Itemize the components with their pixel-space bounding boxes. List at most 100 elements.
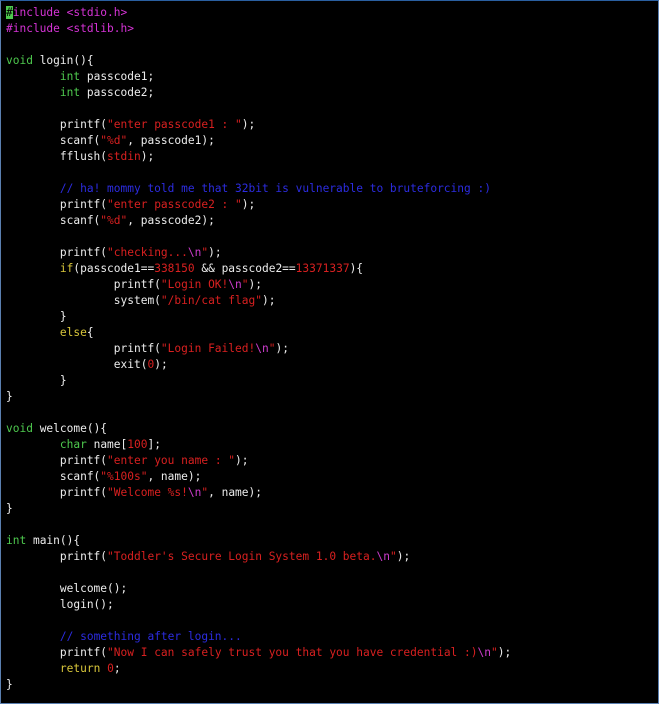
code-line: fflush(stdin); — [6, 149, 658, 165]
code-line: #include <stdlib.h> — [6, 21, 658, 37]
code-token: "%d" — [100, 214, 128, 227]
code-token: "Login OK! — [160, 278, 229, 291]
code-token: printf( — [6, 486, 108, 499]
code-token: \n — [228, 278, 242, 291]
code-token: " — [490, 646, 498, 659]
code-token: printf( — [6, 198, 108, 211]
code-line: else{ — [6, 325, 658, 341]
code-token: login(); — [6, 598, 114, 611]
code-line: } — [6, 373, 658, 389]
code-line: printf("enter passcode1 : "); — [6, 117, 658, 133]
code-token: \n — [376, 550, 390, 563]
code-line: return 0; — [6, 661, 658, 677]
code-token: \n — [477, 646, 491, 659]
code-line: } — [6, 309, 658, 325]
code-line: scanf("%d", passcode1); — [6, 133, 658, 149]
code-token: ); — [275, 342, 289, 355]
code-token: printf( — [6, 246, 108, 259]
code-token: , passcode1); — [127, 134, 215, 147]
code-token: ); — [241, 198, 256, 211]
code-token: "Welcome %s! — [107, 486, 188, 499]
code-token: 0 — [107, 662, 114, 675]
code-token: login(){ — [32, 54, 94, 67]
code-token: printf( — [6, 342, 161, 355]
code-token: printf( — [6, 646, 108, 659]
code-line: printf("Login Failed!\n"); — [6, 341, 658, 357]
code-token: printf( — [6, 118, 108, 131]
code-line: printf("enter passcode2 : "); — [6, 197, 658, 213]
code-line: printf("Login OK!\n"); — [6, 277, 658, 293]
code-line: welcome(); — [6, 581, 658, 597]
code-token: ); — [241, 118, 256, 131]
text-cursor: # — [6, 6, 13, 19]
code-token: void — [6, 54, 33, 67]
code-token: ; — [113, 662, 121, 675]
code-token: " — [389, 550, 397, 563]
code-token: "%100s" — [100, 470, 148, 483]
code-token: ); — [497, 646, 512, 659]
code-line: #include <stdio.h> — [6, 5, 658, 21]
code-token: "Toddler's Secure Login System 1.0 beta. — [107, 550, 377, 563]
code-token: stdin — [107, 150, 141, 163]
code-token: return — [59, 662, 101, 675]
code-token: "checking... — [107, 246, 188, 259]
code-token: && passcode2== — [194, 262, 296, 275]
code-token: int — [6, 534, 27, 547]
code-token: ); — [261, 294, 276, 307]
code-token: "enter you name : " — [107, 454, 236, 467]
code-token: ); — [208, 246, 222, 259]
terminal-window[interactable]: #include <stdio.h> #include <stdlib.h> voi… — [0, 0, 659, 704]
code-token: printf( — [6, 454, 108, 467]
code-token: "Now I can safely trust you that you hav… — [107, 646, 478, 659]
code-line: } — [6, 389, 658, 405]
code-token: 100 — [127, 438, 148, 451]
code-token: , name); — [208, 486, 262, 499]
code-token: \n — [187, 246, 202, 259]
code-line: printf("checking...\n"); — [6, 245, 658, 261]
code-token: // something after login... — [59, 630, 242, 643]
code-token: welcome(){ — [32, 422, 108, 435]
code-line: system("/bin/cat flag"); — [6, 293, 658, 309]
code-token: #include <stdlib.h> — [6, 22, 134, 35]
code-editor[interactable]: #include <stdio.h> #include <stdlib.h> voi… — [6, 5, 658, 693]
code-token: char — [59, 438, 87, 451]
code-token: else — [59, 326, 87, 339]
code-token: ); — [154, 358, 168, 371]
code-token: passcode2; — [80, 86, 155, 99]
code-token: welcome(); — [6, 582, 128, 595]
code-line: // something after login... — [6, 629, 658, 645]
code-token: fflush( — [6, 150, 108, 163]
code-token: 13371337 — [295, 262, 350, 275]
code-line: void welcome(){ — [6, 421, 658, 437]
code-token: printf( — [6, 550, 108, 563]
code-token: "enter passcode2 : " — [107, 198, 242, 211]
code-token: // ha! mommy told me that 32bit is vulne… — [59, 182, 491, 195]
code-token: int — [59, 70, 81, 83]
code-token: } — [6, 678, 13, 691]
code-line: exit(0); — [6, 357, 658, 373]
code-token: } — [6, 502, 13, 515]
code-token: passcode1; — [80, 70, 155, 83]
code-line: int passcode2; — [6, 85, 658, 101]
code-line: printf("enter you name : "); — [6, 453, 658, 469]
code-token: ); — [235, 454, 249, 467]
code-token: name[ — [86, 438, 128, 451]
code-line: login(); — [6, 597, 658, 613]
code-token: "Login Failed! — [160, 342, 256, 355]
code-token: ); — [248, 278, 262, 291]
code-token: "enter passcode1 : " — [107, 118, 242, 131]
code-token: scanf( — [6, 134, 101, 147]
code-token: , name); — [147, 470, 202, 483]
code-token: "/bin/cat flag" — [160, 294, 262, 307]
code-token: if — [59, 262, 74, 275]
code-line: int passcode1; — [6, 69, 658, 85]
code-line: char name[100]; — [6, 437, 658, 453]
code-line: void login(){ — [6, 53, 658, 69]
